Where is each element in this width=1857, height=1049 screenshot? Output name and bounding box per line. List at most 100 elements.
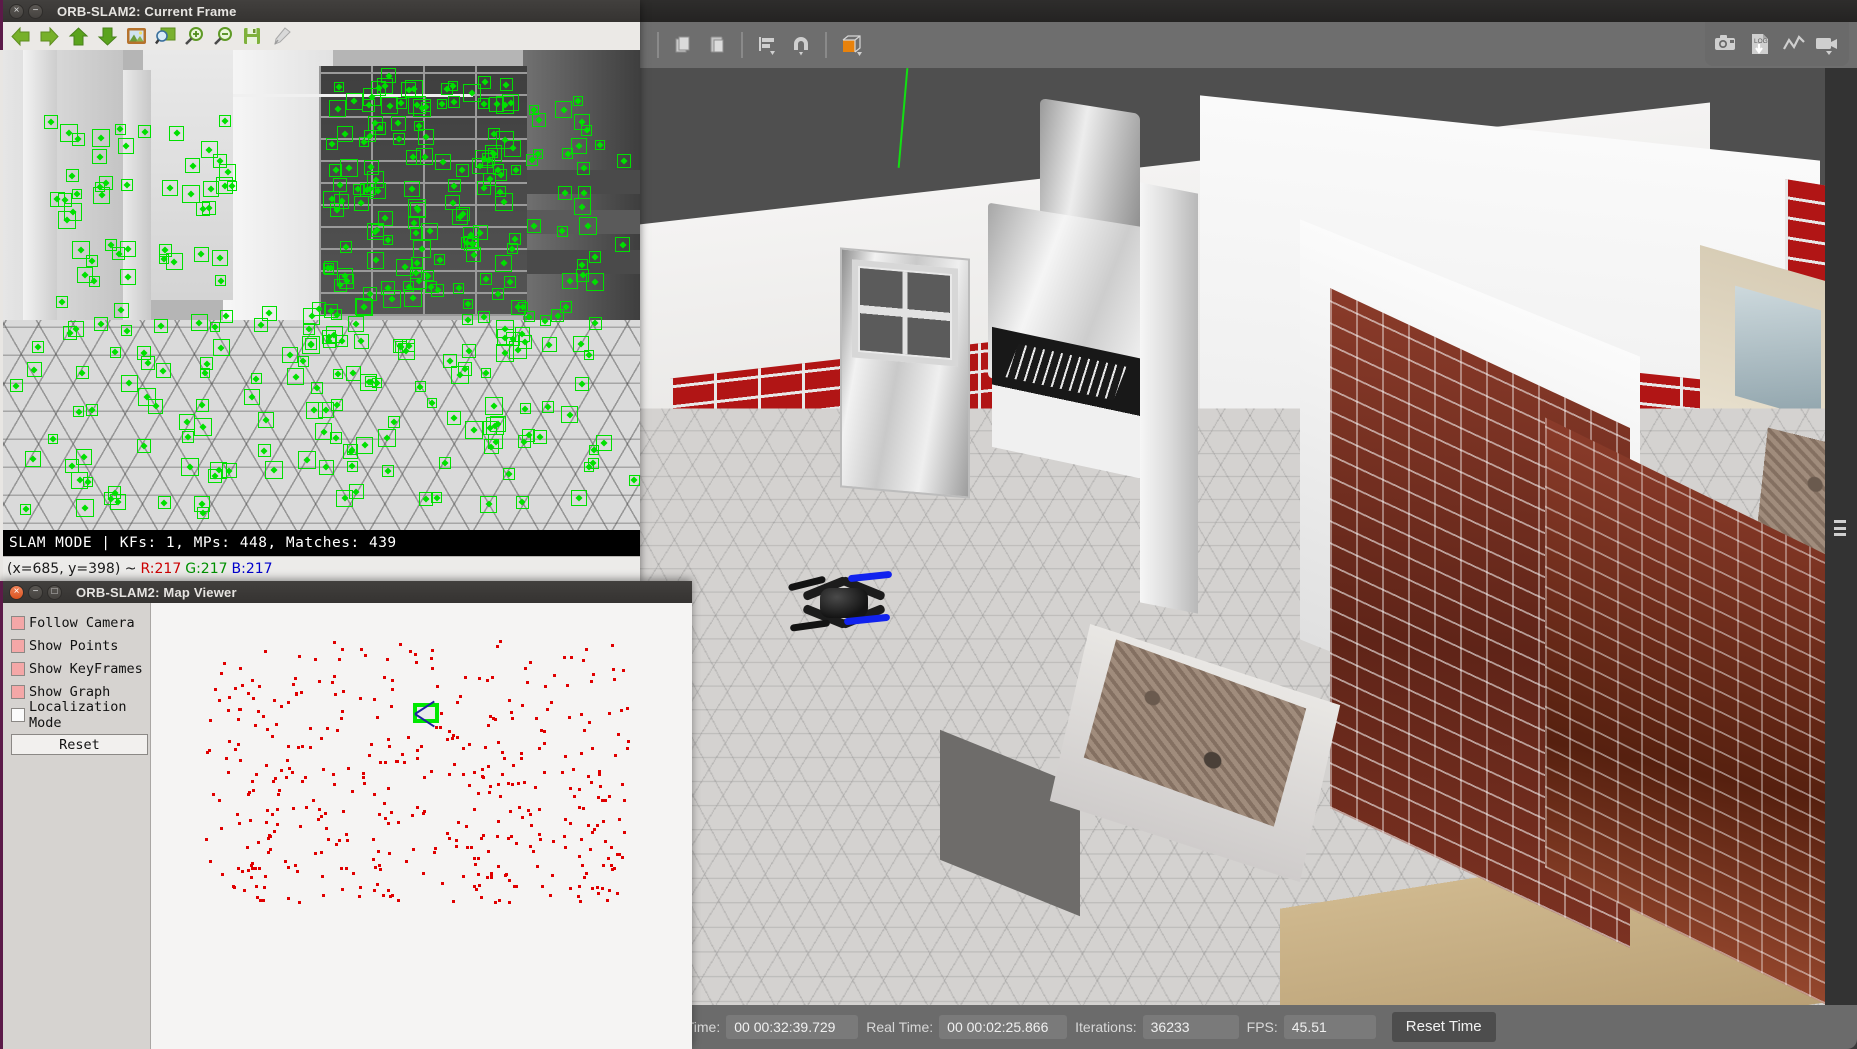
map-point	[239, 759, 243, 763]
reset-button[interactable]: Reset	[11, 734, 148, 755]
map-point	[227, 739, 231, 743]
map-point	[255, 884, 259, 888]
checkbox-box[interactable]	[11, 684, 25, 699]
map-point	[416, 806, 420, 810]
down-arrow-icon[interactable]	[96, 25, 118, 47]
paste-icon[interactable]	[702, 30, 732, 60]
map-point	[481, 776, 485, 780]
map-point	[453, 763, 457, 767]
up-arrow-icon[interactable]	[67, 25, 89, 47]
plot-icon[interactable]	[1779, 29, 1809, 59]
reset-time-button[interactable]: Reset Time	[1391, 1012, 1496, 1042]
map-point	[314, 657, 318, 661]
orb-keypoint	[346, 460, 358, 472]
orb-keypoint	[169, 125, 185, 141]
map-point	[572, 768, 576, 772]
map-point	[552, 673, 556, 677]
svg-text:LOG: LOG	[1754, 38, 1768, 45]
save-icon[interactable]	[241, 25, 263, 47]
map-point	[435, 725, 439, 729]
map-point	[288, 766, 292, 770]
orb-keypoint	[120, 374, 138, 392]
map-point	[579, 838, 583, 842]
map-point	[462, 746, 466, 750]
brush-icon[interactable]	[270, 25, 292, 47]
map-point	[577, 894, 581, 898]
map-point	[475, 888, 479, 892]
map-point	[338, 838, 342, 842]
map-point-cloud-view[interactable]	[150, 603, 692, 1049]
copy-icon[interactable]	[668, 30, 698, 60]
map-point	[590, 887, 594, 891]
close-button[interactable]: ×	[9, 584, 24, 600]
video-record-icon[interactable]	[1813, 29, 1843, 59]
image-icon[interactable]	[125, 25, 147, 47]
map-point	[608, 794, 612, 798]
zoom-fit-icon[interactable]	[154, 25, 176, 47]
gazebo-3d-viewport[interactable]	[640, 68, 1825, 1005]
map-point	[457, 820, 461, 824]
map-point	[502, 757, 506, 761]
zoom-out-icon[interactable]	[212, 25, 234, 47]
map-point	[565, 684, 569, 688]
minimize-button[interactable]: −	[28, 3, 43, 19]
checkbox-box[interactable]	[11, 638, 25, 653]
orb-keypoint	[577, 161, 591, 175]
checkbox-box[interactable]	[11, 615, 25, 630]
map-point	[404, 859, 408, 863]
map-point	[520, 816, 524, 820]
map-point	[509, 710, 513, 714]
log-download-icon[interactable]: LOG	[1745, 29, 1775, 59]
map-point	[481, 767, 485, 771]
map-point	[608, 712, 612, 716]
map-point	[487, 764, 491, 768]
quadcopter-drone-model[interactable]	[787, 568, 898, 638]
map-point	[386, 658, 390, 662]
checkbox-follow-camera[interactable]: Follow Camera	[11, 611, 150, 634]
gazebo-right-panel	[1825, 68, 1857, 1005]
checkbox-box[interactable]	[11, 707, 25, 722]
map-point	[346, 838, 350, 842]
maximize-button[interactable]: □	[47, 584, 62, 600]
orb-keypoint	[157, 496, 171, 510]
gazebo-toolbar-left-group	[648, 26, 870, 64]
map-point	[552, 840, 556, 844]
map-point	[415, 749, 419, 753]
screenshot-camera-icon[interactable]	[1711, 29, 1741, 59]
current-frame-image-view[interactable]	[3, 50, 640, 530]
orb-keypoint	[462, 298, 473, 309]
checkbox-show-keyframes[interactable]: Show KeyFrames	[11, 657, 150, 680]
checkbox-show-points[interactable]: Show Points	[11, 634, 150, 657]
align-icon[interactable]	[752, 30, 782, 60]
map-point	[476, 872, 480, 876]
checkbox-localization-mode[interactable]: Localization Mode	[11, 699, 150, 731]
orb-keypoint	[345, 365, 361, 381]
panel-splitter-handle[interactable]	[1834, 520, 1846, 536]
map-viewer-titlebar[interactable]: × − □ ORB-SLAM2: Map Viewer	[0, 581, 692, 603]
snap-icon[interactable]	[786, 30, 816, 60]
orb-keypoint	[480, 495, 497, 513]
map-point	[593, 827, 597, 831]
zoom-in-icon[interactable]	[183, 25, 205, 47]
map-point	[266, 809, 270, 813]
close-button[interactable]: ×	[9, 3, 24, 19]
map-point	[256, 710, 260, 714]
current-frame-titlebar[interactable]: × − ORB-SLAM2: Current Frame	[0, 0, 640, 22]
orb-keypoint	[212, 250, 229, 267]
forward-arrow-icon[interactable]	[38, 25, 60, 47]
minimize-button[interactable]: −	[28, 584, 43, 600]
map-point	[363, 782, 367, 786]
orb-keypoint	[571, 489, 588, 506]
orb-keypoint	[26, 362, 42, 378]
checkbox-box[interactable]	[11, 661, 25, 676]
view-mode-icon[interactable]	[836, 30, 866, 60]
orb-keypoint	[20, 503, 32, 515]
orb-keypoint	[615, 237, 631, 253]
back-arrow-icon[interactable]	[9, 25, 31, 47]
map-point	[334, 692, 338, 696]
map-point	[383, 760, 387, 764]
map-point	[376, 883, 380, 887]
map-point	[580, 713, 584, 717]
gazebo-titlebar[interactable]	[640, 0, 1857, 22]
map-point	[456, 735, 460, 739]
